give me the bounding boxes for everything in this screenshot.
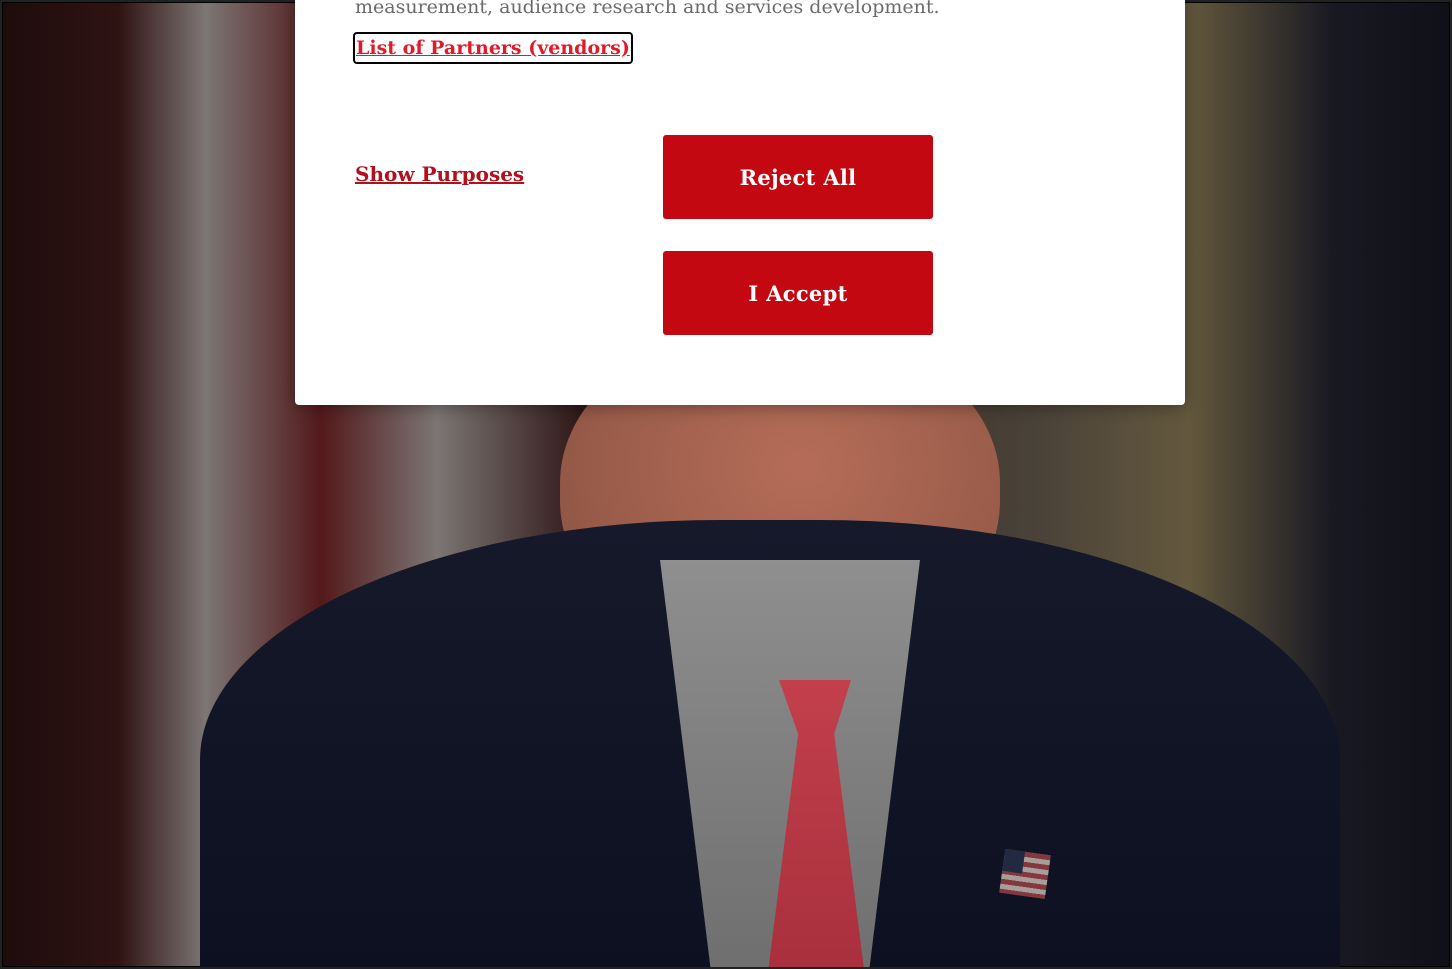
show-purposes-link[interactable]: Show Purposes <box>355 160 524 188</box>
consent-dialog: measurement, audience research and servi… <box>295 0 1185 405</box>
reject-all-button[interactable]: Reject All <box>663 135 933 219</box>
partners-list-link[interactable]: List of Partners (vendors) <box>353 32 633 64</box>
consent-description: measurement, audience research and servi… <box>355 0 940 18</box>
page: measurement, audience research and servi… <box>0 0 1452 969</box>
accept-button[interactable]: I Accept <box>663 251 933 335</box>
flag-pin-icon <box>999 849 1051 899</box>
